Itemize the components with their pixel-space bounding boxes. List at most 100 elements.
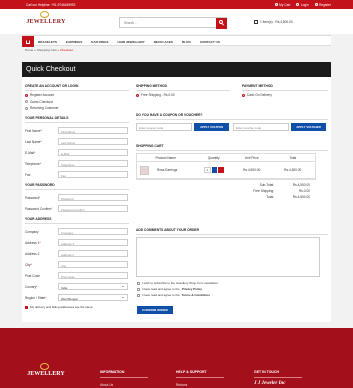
- site-footer: JEWELLERY INFORMATION About Us HELP & SU…: [0, 328, 353, 388]
- email-field[interactable]: E-Mail: [58, 148, 128, 157]
- address-heading: YOUR ADDRESS: [25, 217, 129, 225]
- address1-field[interactable]: Address 1: [58, 238, 128, 247]
- same-address-checkbox[interactable]: My delivery and billing addresses are th…: [25, 305, 129, 309]
- city-field[interactable]: City: [58, 260, 128, 269]
- unit-price: Rs.4,500.00: [243, 168, 261, 172]
- user-icon: [314, 3, 318, 6]
- cart-totals: Sub-Total: Rs.4,500.00 Free Shipping: Rs.0…: [253, 183, 310, 200]
- lastname-row: Last Name* Last Name: [25, 136, 129, 147]
- search-button[interactable]: [215, 17, 227, 29]
- footer-returns-link[interactable]: Returns: [176, 383, 224, 387]
- footer-about-link[interactable]: About Us: [100, 383, 148, 387]
- header-cart[interactable]: 1 Item(s) - Rs.4,500.00: [254, 20, 293, 24]
- quantity-stepper: 1: [194, 167, 233, 173]
- voucher-heading: DO YOU HAVE A COUPON OR VOUCHER?: [136, 113, 328, 120]
- ring-icon: [40, 11, 49, 18]
- top-bar: Call our Helpline: +91-9746449992 My Car…: [0, 0, 353, 9]
- nav-item-necklaces[interactable]: NECKLACES: [154, 40, 173, 44]
- payment-heading: PAYMENT METHOD: [242, 84, 328, 91]
- terms-link[interactable]: Terms & Conditions: [182, 293, 210, 297]
- cart-table: Product Name Quantity Unit Price Total R…: [136, 153, 316, 180]
- table-row: Rosa Earrings 1 Rs.4,500.00 Rs.4,500.00: [137, 162, 315, 179]
- radio-register[interactable]: Register Account: [25, 93, 129, 97]
- city-row: City* City: [25, 259, 129, 270]
- telephone-row: Telephone* Telephone: [25, 158, 129, 169]
- footer-logo[interactable]: JEWELLERY: [25, 363, 67, 383]
- personal-heading: YOUR PERSONAL DETAILS: [25, 116, 129, 124]
- confirm-order-button[interactable]: CONFIRM ORDER: [137, 306, 173, 314]
- email-row: E-Mail* E-Mail: [25, 147, 129, 158]
- nav-item-earrings[interactable]: EARRINGS: [66, 40, 82, 44]
- coupon-input[interactable]: Enter coupon code: [136, 123, 192, 131]
- lock-icon: [296, 3, 300, 6]
- update-icon[interactable]: [211, 167, 218, 173]
- password-field[interactable]: Password: [58, 193, 128, 202]
- ring-icon: [40, 363, 49, 370]
- fax-field[interactable]: Fax: [58, 170, 128, 179]
- register-link[interactable]: Register: [314, 3, 331, 7]
- radio-cod[interactable]: Cash On Delivery: [242, 93, 328, 97]
- logo-text: JEWELLERY: [26, 19, 66, 25]
- site-logo[interactable]: JEWELLERY: [25, 11, 67, 31]
- footer-help: HELP & SUPPORT Returns: [176, 370, 224, 387]
- apply-coupon-button[interactable]: APPLY COUPON: [194, 123, 229, 131]
- comments-section: ADD COMMENTS ABOUT YOUR ORDER: [136, 228, 328, 277]
- home-button[interactable]: [22, 36, 34, 47]
- search-box: [119, 17, 227, 29]
- top-links: My Cart Login Register: [274, 3, 331, 7]
- password-confirm-field[interactable]: Password Confirm: [58, 204, 128, 213]
- cart-icon: [274, 3, 278, 6]
- breadcrumb-cart[interactable]: Shopping Cart: [37, 48, 57, 52]
- footer-information: INFORMATION About Us: [100, 370, 148, 387]
- company-field[interactable]: Company: [58, 227, 128, 236]
- my-cart-link[interactable]: My Cart: [274, 3, 290, 7]
- lastname-field[interactable]: Last Name: [58, 137, 128, 146]
- nav-item-hair-jewellery[interactable]: HAIR JEWELLERY: [117, 40, 144, 44]
- postcode-field[interactable]: Post Code: [58, 271, 128, 280]
- address2-field[interactable]: Address 2: [58, 249, 128, 258]
- telephone-field[interactable]: Telephone: [58, 159, 128, 168]
- nav-item-ear-rings[interactable]: EAR RINGS: [91, 40, 108, 44]
- page-title: Quick Checkout: [22, 62, 331, 77]
- search-input[interactable]: [124, 21, 214, 25]
- firstname-row: First Name* First Name: [25, 125, 129, 136]
- agreement-checks: I wish to subscribe to the Jewellery Sho…: [137, 280, 327, 298]
- remove-icon[interactable]: [218, 167, 224, 173]
- address1-row: Address 1* Address 1: [25, 237, 129, 248]
- voucher-input[interactable]: Enter voucher code: [233, 123, 289, 131]
- radio-free-shipping[interactable]: Free Shipping - Rs.0.00: [136, 93, 230, 97]
- footer-touch: GET IN TOUCH J J Jeweler Inc: [254, 370, 302, 386]
- quantity-input[interactable]: 1: [203, 167, 211, 173]
- comments-textarea[interactable]: [136, 237, 320, 277]
- company-row: Company Company: [25, 226, 129, 237]
- product-name[interactable]: Rosa Earrings: [157, 168, 177, 172]
- privacy-policy-link[interactable]: Privacy Policy: [182, 287, 202, 291]
- apply-voucher-button[interactable]: APPLY VOUCHER: [291, 123, 326, 131]
- shopping-bag-icon: [254, 20, 258, 24]
- country-select[interactable]: India: [58, 282, 128, 291]
- radio-guest[interactable]: Guest Checkout: [25, 100, 129, 104]
- payment-section: PAYMENT METHOD Cash On Delivery: [242, 84, 328, 100]
- region-select[interactable]: West Bengal: [58, 293, 128, 302]
- postcode-row: Post Code Post Code: [25, 270, 129, 281]
- cart-summary: 1 Item(s) - Rs.4,500.00: [260, 20, 293, 24]
- personal-section: YOUR PERSONAL DETAILS First Name* First N…: [25, 116, 129, 180]
- breadcrumb-current: Checkout: [60, 48, 74, 52]
- firstname-field[interactable]: First Name: [58, 126, 128, 135]
- checkbox-checked-icon: [25, 305, 28, 309]
- region-row: Region / State* West Bengal: [25, 292, 129, 303]
- password-heading: YOUR PASSWORD: [25, 183, 129, 191]
- password-row: Password* Password: [25, 192, 129, 203]
- breadcrumb-home[interactable]: Home: [25, 48, 33, 52]
- address-section: YOUR ADDRESS Company Company Address 1* Ad…: [25, 217, 129, 309]
- comments-heading: ADD COMMENTS ABOUT YOUR ORDER: [136, 228, 328, 235]
- product-thumbnail[interactable]: [140, 165, 149, 175]
- nav-item-contact[interactable]: CONTACT US: [200, 40, 220, 44]
- login-link[interactable]: Login: [296, 3, 309, 7]
- radio-returning[interactable]: Returning Customer: [25, 106, 129, 110]
- account-section: CREATE AN ACCOUNT OR LOGIN Register Acco…: [25, 84, 129, 110]
- cart-heading: SHOPPING CART: [136, 144, 328, 151]
- nav-item-blog[interactable]: BLOG: [182, 40, 191, 44]
- terms-checkbox[interactable]: I have read and agree to the Terms & Cond…: [137, 292, 327, 298]
- nav-item-bracelets[interactable]: BRACELETS: [38, 40, 57, 44]
